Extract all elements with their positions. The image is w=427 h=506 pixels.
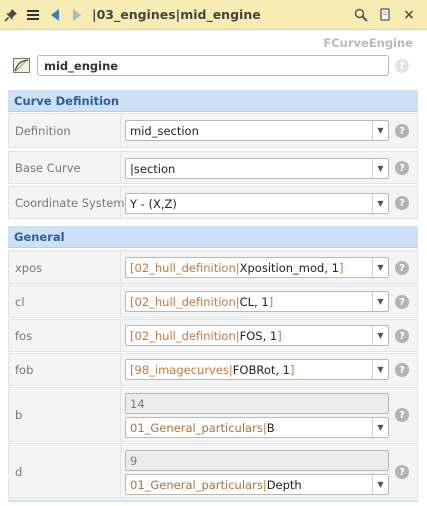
select-value: FOS, 1 (239, 329, 278, 343)
select-value: Xposition_mod, 1 (239, 261, 339, 275)
b-select[interactable]: 01_General_particulars|B ▼ (125, 417, 389, 438)
name-row: mid_engine ? (10, 55, 415, 78)
help-icon[interactable]: ? (395, 363, 409, 377)
curve-engine-icon (13, 58, 30, 76)
chevron-down-icon[interactable]: ▼ (372, 159, 388, 178)
field-label: Definition (15, 124, 71, 138)
fob-select[interactable]: [98_imagecurves|FOBRot, 1] ▼ (125, 359, 389, 380)
chevron-down-icon[interactable]: ▼ (372, 121, 388, 140)
field-label: cl (15, 295, 25, 309)
divider (8, 500, 418, 502)
field-label: b (15, 408, 23, 422)
definition-select[interactable]: mid_section ▼ (125, 120, 389, 141)
reference-link[interactable]: 98_imagecurves (135, 363, 229, 377)
help-icon[interactable]: ? (395, 196, 409, 210)
d-computed-value: 9 (125, 450, 389, 471)
field-label: xpos (15, 261, 43, 275)
field-label: Base Curve (15, 161, 81, 175)
pin-icon[interactable] (0, 0, 22, 30)
help-icon[interactable]: ? (395, 465, 409, 479)
title-bar: |03_engines|mid_engine × (0, 0, 427, 30)
object-name-input[interactable]: mid_engine (37, 55, 389, 76)
field-row-d: d 9 01_General_particulars|Depth ▼ ? (8, 443, 418, 499)
xpos-select[interactable]: [02_hull_definition|Xposition_mod, 1] ▼ (125, 257, 389, 278)
chevron-down-icon[interactable]: ▼ (372, 292, 388, 311)
reference-link[interactable]: 02_hull_definition (135, 261, 236, 275)
help-icon[interactable]: ? (395, 295, 409, 309)
chevron-down-icon[interactable]: ▼ (372, 475, 388, 494)
field-row-b: b 14 01_General_particulars|B ▼ ? (8, 387, 418, 442)
select-value: B (266, 421, 275, 435)
select-value: FOBRot, 1 (232, 363, 290, 377)
cl-select[interactable]: [02_hull_definition|CL, 1] ▼ (125, 291, 389, 312)
reference-link[interactable]: 02_hull_definition (135, 295, 236, 309)
field-row-xpos: xpos [02_hull_definition|Xposition_mod, … (8, 250, 418, 284)
chevron-down-icon[interactable]: ▼ (372, 418, 388, 437)
d-select[interactable]: 01_General_particulars|Depth ▼ (125, 474, 389, 495)
fos-select[interactable]: [02_hull_definition|FOS, 1] ▼ (125, 325, 389, 346)
help-icon[interactable]: ? (395, 261, 409, 275)
field-row-coordinate-system: Coordinate System Y - (X,Z) ▼ ? (8, 186, 418, 219)
help-icon[interactable]: ? (395, 124, 409, 138)
help-icon[interactable]: ? (395, 161, 409, 175)
reference-link[interactable]: 01_General_particulars (130, 421, 263, 435)
field-row-base-curve: Base Curve |section ▼ ? (8, 151, 418, 184)
select-value: Depth (266, 478, 302, 492)
field-row-fos: fos [02_hull_definition|FOS, 1] ▼ ? (8, 319, 418, 352)
chevron-down-icon[interactable]: ▼ (372, 194, 388, 213)
chevron-down-icon[interactable]: ▼ (372, 258, 388, 277)
section-general[interactable]: General (8, 226, 418, 248)
select-value: |section (130, 162, 176, 176)
help-icon[interactable]: ? (395, 59, 409, 73)
field-label: Coordinate System (15, 196, 125, 210)
reference-link[interactable]: 02_hull_definition (135, 329, 236, 343)
field-row-definition: Definition mid_section ▼ ? (8, 113, 418, 148)
b-computed-value: 14 (125, 393, 389, 414)
help-icon[interactable]: ? (395, 408, 409, 422)
field-row-fob: fob [98_imagecurves|FOBRot, 1] ▼ ? (8, 353, 418, 386)
help-icon[interactable]: ? (395, 329, 409, 343)
field-row-cl: cl [02_hull_definition|CL, 1] ▼ ? (8, 285, 418, 318)
window-title: |03_engines|mid_engine (92, 7, 261, 22)
reference-link[interactable]: 01_General_particulars (130, 478, 263, 492)
base-curve-select[interactable]: |section ▼ (125, 158, 389, 179)
chevron-down-icon[interactable]: ▼ (372, 326, 388, 345)
section-curve-definition[interactable]: Curve Definition (8, 90, 418, 112)
field-label: fob (15, 363, 34, 377)
object-type-label: FCurveEngine (323, 36, 413, 50)
select-value: mid_section (130, 124, 199, 138)
forward-arrow-icon[interactable] (66, 0, 88, 30)
select-value: CL, 1 (239, 295, 269, 309)
magnify-icon[interactable] (349, 0, 373, 30)
field-label: d (15, 465, 23, 479)
list-icon[interactable] (22, 0, 44, 30)
field-label: fos (15, 329, 33, 343)
copy-icon[interactable] (373, 0, 397, 30)
close-icon[interactable]: × (397, 0, 421, 30)
coordinate-system-select[interactable]: Y - (X,Z) ▼ (125, 193, 389, 214)
chevron-down-icon[interactable]: ▼ (372, 360, 388, 379)
select-value: Y - (X,Z) (130, 197, 177, 211)
back-arrow-icon[interactable] (44, 0, 66, 30)
